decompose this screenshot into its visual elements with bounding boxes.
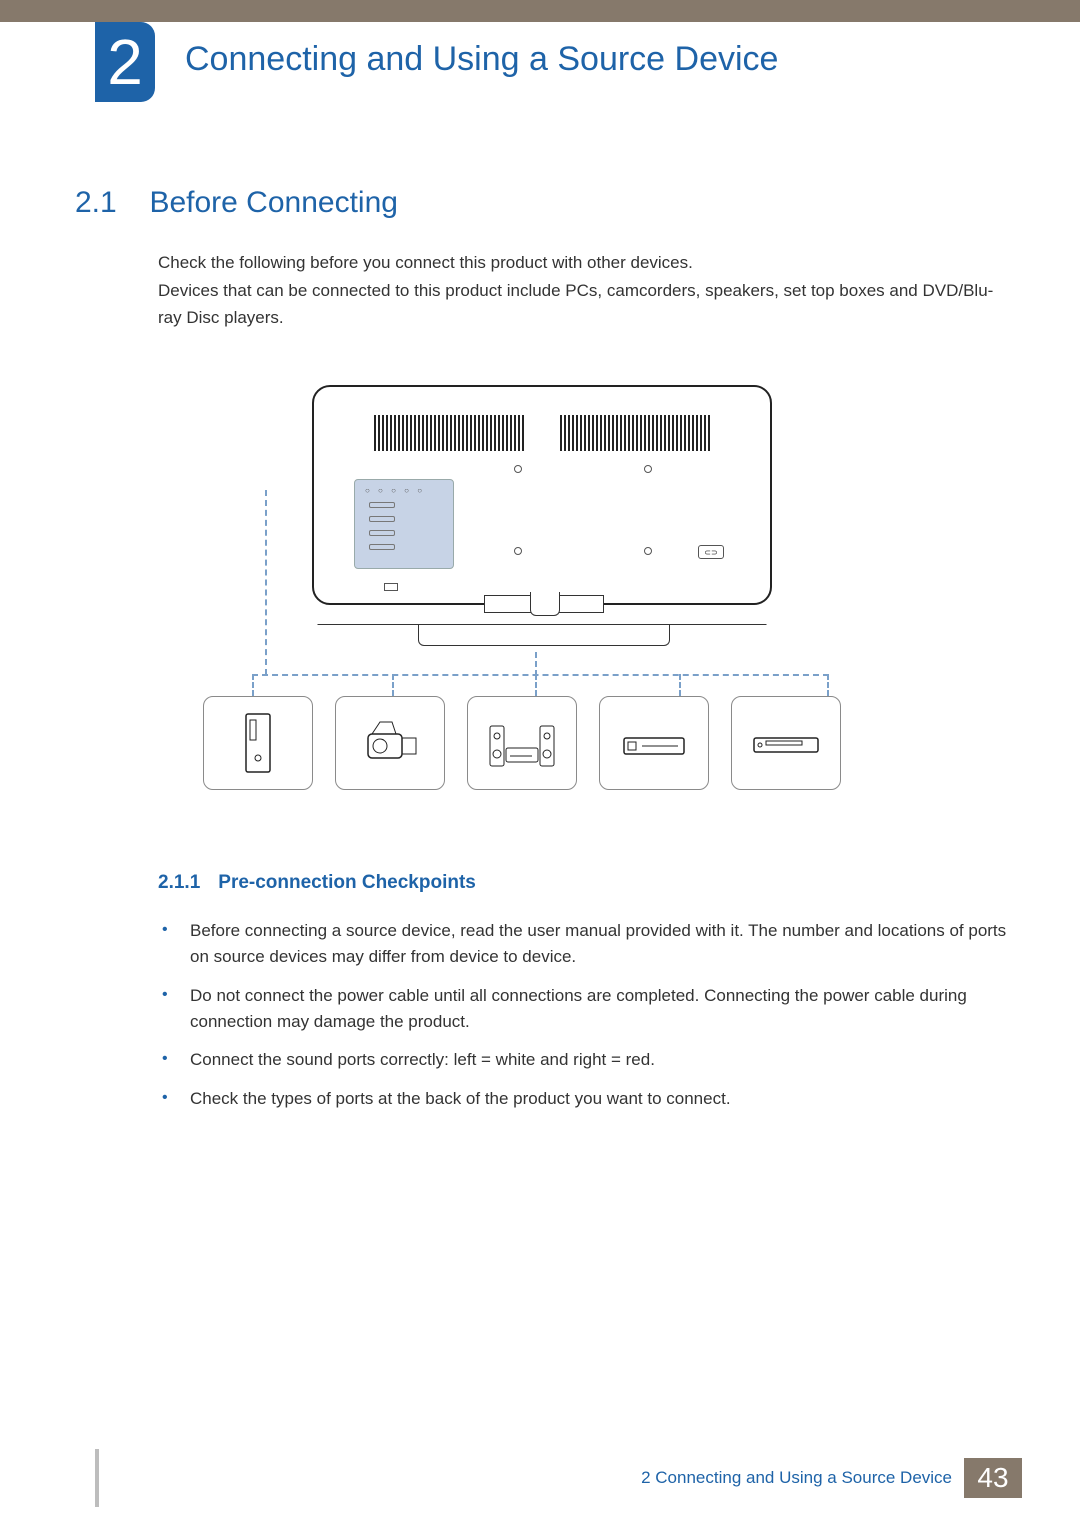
port-panel-icon: ○ ○ ○ ○ ○	[354, 479, 454, 569]
vent-right-icon	[560, 415, 710, 451]
dashed-connector-icon	[535, 652, 537, 676]
speakers-icon	[467, 696, 577, 790]
list-item: Do not connect the power cable until all…	[158, 983, 1008, 1036]
intro-paragraph-1: Check the following before you connect t…	[158, 250, 1008, 276]
dashed-connector-icon	[392, 674, 394, 696]
kensington-lock-icon: ⊂⊃	[698, 545, 724, 559]
section-title: Before Connecting	[149, 186, 398, 220]
footer-accent-line	[95, 1449, 99, 1507]
page-footer: 2 Connecting and Using a Source Device 4…	[100, 1458, 1080, 1498]
section-heading: 2.1 Before Connecting	[75, 186, 1010, 220]
dashed-connector-icon	[265, 490, 267, 675]
camcorder-icon	[335, 696, 445, 790]
checkpoints-list: Before connecting a source device, read …	[158, 918, 1008, 1112]
manual-page: 2 Connecting and Using a Source Device 2…	[0, 0, 1080, 1527]
subsection-number: 2.1.1	[158, 872, 200, 894]
footer-chapter-label: 2 Connecting and Using a Source Device	[641, 1468, 952, 1488]
dashed-connector-icon	[679, 674, 681, 696]
stand-base-icon	[317, 624, 767, 652]
intro-body: Check the following before you connect t…	[158, 250, 1008, 333]
connection-diagram: ○ ○ ○ ○ ○ ⊂⊃	[197, 370, 881, 818]
stand-neck-icon	[530, 592, 560, 616]
chapter-number-badge: 2	[95, 22, 155, 102]
dashed-connector-icon	[252, 674, 829, 676]
section-number: 2.1	[75, 186, 145, 220]
vent-left-icon	[374, 415, 524, 451]
dashed-connector-icon	[535, 674, 537, 696]
power-port-icon	[384, 583, 398, 591]
list-item: Connect the sound ports correctly: left …	[158, 1047, 1008, 1073]
monitor-back-icon: ○ ○ ○ ○ ○ ⊂⊃	[312, 385, 772, 605]
list-item: Check the types of ports at the back of …	[158, 1086, 1008, 1112]
pc-tower-icon	[203, 696, 313, 790]
dvd-player-icon	[731, 696, 841, 790]
dashed-connector-icon	[252, 674, 254, 696]
page-number-badge: 43	[964, 1458, 1022, 1498]
dashed-connector-icon	[827, 674, 829, 696]
subsection-heading: 2.1.1 Pre-connection Checkpoints	[158, 872, 1008, 894]
set-top-box-icon	[599, 696, 709, 790]
subsection-title: Pre-connection Checkpoints	[218, 872, 476, 893]
list-item: Before connecting a source device, read …	[158, 918, 1008, 971]
device-row	[203, 696, 841, 790]
chapter-number: 2	[107, 30, 143, 94]
chapter-title: Connecting and Using a Source Device	[185, 40, 778, 79]
subsection: 2.1.1 Pre-connection Checkpoints Before c…	[158, 872, 1008, 1124]
intro-paragraph-2: Devices that can be connected to this pr…	[158, 278, 1008, 331]
